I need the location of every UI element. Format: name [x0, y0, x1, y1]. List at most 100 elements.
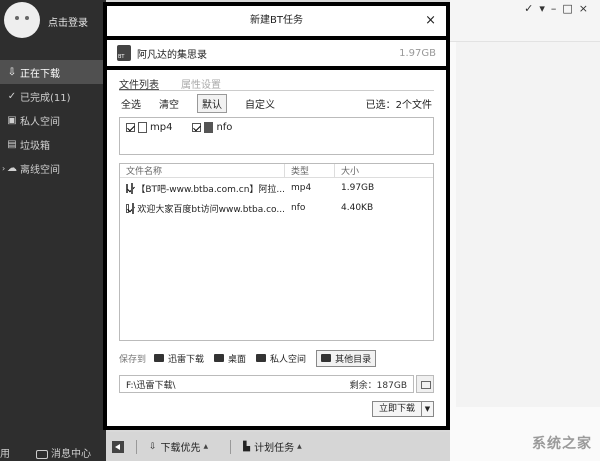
watermark: 系统之家	[532, 436, 592, 452]
lock-icon: ▣	[7, 114, 17, 126]
info-file-icon	[131, 202, 135, 214]
type-label: mp4	[150, 122, 173, 133]
sidebar: 点击登录 ⇩ 正在下载 ✓ 已完成(11) ▣ 私人空间 ▤ 垃圾箱 › ☁ 离…	[0, 0, 106, 461]
lock-icon	[256, 354, 267, 362]
chevron-right-icon: ›	[2, 163, 6, 173]
task-header: 阿凡达的集思录 1.97GB	[107, 40, 446, 70]
save-path-value: F:\迅雷下载\	[126, 380, 176, 391]
file-size: 1.97GB	[341, 183, 375, 193]
window-controls[interactable]: ✓▾–□×	[524, 2, 594, 15]
column-header-name[interactable]: 文件名称	[120, 164, 285, 177]
sidebar-item-trash[interactable]: ▤ 垃圾箱	[0, 132, 106, 156]
caret-icon: ▲	[203, 443, 209, 450]
check-circle-icon: ✓	[7, 90, 17, 102]
sidebar-item-private-space[interactable]: ▣ 私人空间	[0, 108, 106, 132]
download-priority-label: 下载优先	[160, 443, 201, 454]
task-list-area	[456, 42, 600, 407]
save-to-row: 保存到 迅雷下载 桌面 私人空间 其他目录	[107, 349, 446, 367]
save-option-desktop[interactable]: 桌面	[214, 352, 246, 365]
checkbox[interactable]	[126, 203, 129, 213]
type-filter-mp4[interactable]: mp4	[126, 122, 172, 133]
divider	[136, 439, 137, 454]
download-now-button[interactable]: 立即下载	[371, 401, 422, 417]
file-type: mp4	[291, 183, 312, 193]
sidebar-item-offline-space[interactable]: › ☁ 离线空间	[0, 156, 106, 180]
trash-icon: ▤	[7, 138, 17, 150]
task-size: 1.97GB	[399, 47, 436, 59]
tab-file-list[interactable]: 文件列表	[119, 76, 159, 91]
main-background: ✓▾–□× 系统之家	[450, 0, 600, 461]
save-option-private-space[interactable]: 私人空间	[256, 352, 306, 365]
checkbox[interactable]	[126, 123, 135, 132]
file-name: 【BT吧-www.btba.com.cn】阿拉...	[136, 184, 285, 195]
sidebar-item-label: 私人空间	[20, 116, 60, 128]
sidebar-item-label: 垃圾箱	[20, 140, 50, 152]
sidebar-item-label: 已完成(11)	[20, 92, 71, 104]
info-file-icon	[204, 122, 214, 133]
column-header-type[interactable]: 类型	[285, 164, 335, 177]
file-type-filter: mp4 nfo	[119, 117, 434, 155]
free-space: 剩余：187GB	[349, 380, 407, 391]
file-type: nfo	[291, 203, 306, 213]
file-table-header: 文件名称 类型 大小	[120, 164, 433, 178]
sidebar-item-completed[interactable]: ✓ 已完成(11)	[0, 84, 106, 108]
type-label: nfo	[216, 122, 233, 133]
sidebar-footer-label[interactable]: 用	[0, 445, 10, 460]
save-to-label: 保存到	[119, 354, 147, 365]
select-all-button[interactable]: 全选	[121, 96, 141, 111]
path-row: F:\迅雷下载\ 剩余：187GB	[119, 375, 434, 393]
new-bt-task-dialog: 新建BT任务 × 阿凡达的集思录 1.97GB 文件列表 属性设置 全选 清空 …	[103, 2, 450, 430]
filter-row: 全选 清空 默认 自定义 已选：2个文件	[107, 91, 446, 115]
sidebar-item-label: 离线空间	[20, 164, 60, 176]
selected-count: 已选：2个文件	[365, 99, 432, 111]
default-button[interactable]: 默认	[197, 93, 227, 113]
file-table: 文件名称 类型 大小 【BT吧-www.btba.com.cn】阿拉... mp…	[119, 163, 434, 341]
custom-button[interactable]: 自定义	[245, 96, 275, 111]
table-row[interactable]: 【BT吧-www.btba.com.cn】阿拉... mp4 1.97GB	[120, 178, 433, 198]
dialog-title: 新建BT任务	[250, 15, 303, 26]
table-row[interactable]: 欢迎大家百度bt访问www.btba.co... nfo 4.40KB	[120, 198, 433, 218]
browse-folder-icon[interactable]	[416, 375, 434, 393]
clear-button[interactable]: 清空	[159, 96, 179, 111]
video-file-icon	[138, 122, 147, 133]
download-folder-icon	[154, 354, 165, 362]
checkbox[interactable]	[192, 123, 202, 132]
folder-icon	[321, 354, 332, 362]
save-option-xunlei[interactable]: 迅雷下载	[154, 352, 204, 365]
chevron-down-icon[interactable]: ▼	[422, 401, 434, 417]
back-icon[interactable]	[112, 440, 124, 453]
bottom-bar: ⇩ 下载优先 ▲ ▙ 计划任务 ▲	[106, 432, 450, 461]
save-option-other[interactable]: 其他目录	[316, 349, 377, 367]
caret-icon: ▲	[297, 443, 302, 450]
close-icon[interactable]: ×	[425, 6, 436, 36]
column-header-size[interactable]: 大小	[335, 164, 359, 177]
type-filter-nfo[interactable]: nfo	[192, 122, 232, 133]
checkbox[interactable]	[126, 183, 129, 193]
message-center-label: 消息中心	[51, 449, 91, 460]
login-link[interactable]: 点击登录	[48, 14, 88, 29]
download-priority-button[interactable]: ⇩ 下载优先 ▲	[149, 439, 209, 455]
file-size: 4.40KB	[341, 203, 374, 213]
dialog-tabs: 文件列表 属性设置	[107, 76, 446, 91]
tab-properties[interactable]: 属性设置	[181, 76, 221, 91]
video-file-icon	[131, 182, 134, 194]
bt-file-icon	[117, 45, 131, 61]
scheduled-task-button[interactable]: ▙ 计划任务 ▲	[243, 439, 302, 455]
cloud-icon: ☁	[7, 162, 17, 174]
divider	[230, 439, 232, 454]
download-row: 立即下载 ▼	[119, 401, 434, 417]
priority-icon: ⇩	[149, 441, 157, 452]
schedule-icon: ▙	[243, 441, 251, 452]
message-icon	[36, 449, 48, 459]
message-center-button[interactable]: 消息中心	[36, 445, 91, 460]
scheduled-task-label: 计划任务	[254, 443, 295, 454]
sidebar-item-label: 正在下载	[20, 68, 60, 80]
file-name: 欢迎大家百度bt访问www.btba.co...	[137, 204, 285, 215]
desktop-icon	[214, 354, 225, 362]
sidebar-item-downloading[interactable]: ⇩ 正在下载	[0, 60, 106, 84]
download-icon: ⇩	[7, 66, 17, 78]
sidebar-nav: ⇩ 正在下载 ✓ 已完成(11) ▣ 私人空间 ▤ 垃圾箱 › ☁ 离线空间	[0, 60, 106, 180]
task-name[interactable]: 阿凡达的集思录	[137, 46, 399, 61]
avatar[interactable]	[4, 2, 40, 38]
save-path-input[interactable]: F:\迅雷下载\ 剩余：187GB	[119, 375, 414, 393]
